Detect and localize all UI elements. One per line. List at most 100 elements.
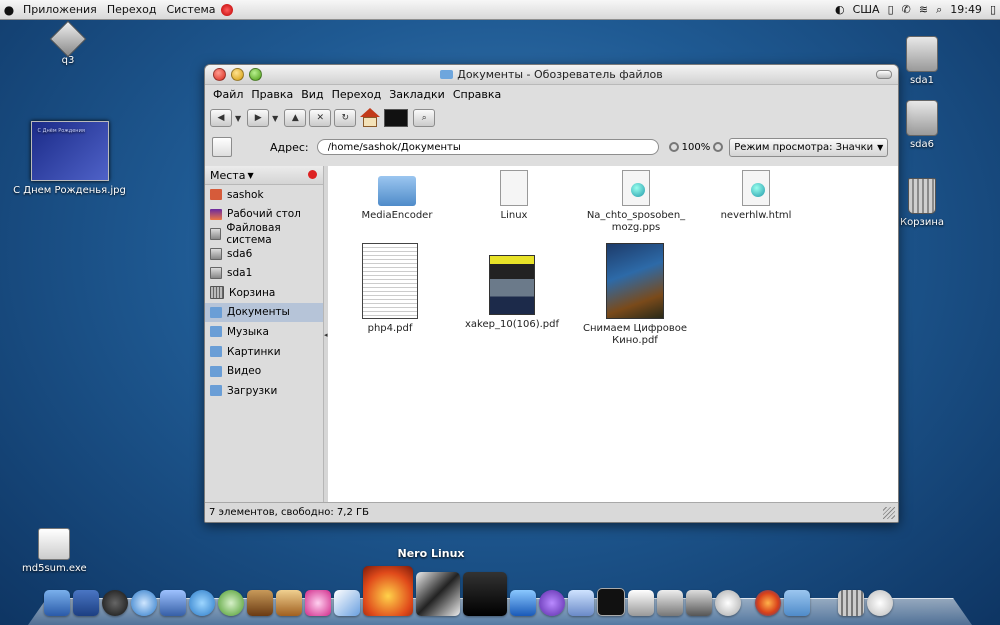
- panel-menu-icon[interactable]: ▯: [986, 3, 1000, 16]
- itunes-icon[interactable]: [218, 590, 244, 616]
- toolbar-toggle-button[interactable]: [876, 70, 892, 79]
- file-item-linux[interactable]: Linux: [459, 170, 569, 222]
- menu-file[interactable]: Файл: [209, 88, 247, 101]
- chevron-down-icon[interactable]: ▼: [247, 171, 253, 180]
- ichat-icon[interactable]: [189, 590, 215, 616]
- system-monitor-icon[interactable]: [220, 3, 233, 16]
- forward-history-chevron-icon[interactable]: ▼: [272, 114, 278, 123]
- wifi-icon[interactable]: ≋: [915, 3, 932, 16]
- zoom-in-icon[interactable]: [713, 142, 724, 152]
- finder-icon[interactable]: [44, 590, 70, 616]
- font-icon[interactable]: [657, 590, 683, 616]
- menu-applications[interactable]: Приложения: [18, 3, 102, 16]
- file-label: MediaEncoder: [361, 210, 433, 221]
- reload-button[interactable]: ↻: [334, 109, 357, 127]
- firefox-icon[interactable]: [755, 590, 781, 616]
- desktop-icon-q3[interactable]: q3: [48, 20, 88, 66]
- apple-icon[interactable]: ●: [0, 3, 18, 17]
- computer-icon[interactable]: [384, 109, 409, 127]
- flower-icon[interactable]: [305, 590, 331, 616]
- back-button[interactable]: ◀: [210, 109, 232, 127]
- menu-view[interactable]: Вид: [297, 88, 327, 101]
- menu-places[interactable]: Переход: [102, 3, 162, 16]
- up-button[interactable]: ▲: [284, 109, 307, 127]
- sidebar-item-label: Файловая система: [226, 221, 281, 246]
- forward-button[interactable]: ▶: [247, 109, 270, 127]
- close-sidebar-icon[interactable]: [308, 170, 317, 179]
- system-preferences-icon[interactable]: [715, 590, 741, 616]
- html-file-icon: [742, 170, 770, 206]
- phone-icon[interactable]: ✆: [898, 3, 915, 16]
- folder-icon[interactable]: [784, 590, 810, 616]
- sidebar-header[interactable]: Места ▼: [205, 166, 323, 185]
- guitar-icon[interactable]: [247, 590, 273, 616]
- dock-separator: [813, 590, 835, 616]
- clock[interactable]: 19:49: [946, 3, 986, 16]
- safari-icon[interactable]: [131, 590, 157, 616]
- search-icon[interactable]: ⌕: [932, 3, 946, 17]
- desktop-icon-birthday-image[interactable]: С Днём Рождения С Днем Рожденья.jpg: [12, 121, 127, 196]
- menu-go[interactable]: Переход: [328, 88, 386, 101]
- stop-button[interactable]: ✕: [309, 109, 332, 127]
- desktop-icon-trash[interactable]: Корзина: [896, 178, 948, 228]
- printer-icon[interactable]: [628, 590, 654, 616]
- dashboard-icon[interactable]: [73, 590, 99, 616]
- pdf-thumbnail-icon: [489, 255, 535, 315]
- menu-system[interactable]: Система: [161, 3, 220, 16]
- sidebar-item-sda6[interactable]: sda6: [205, 244, 323, 264]
- dvd-player-icon[interactable]: [102, 590, 128, 616]
- close-button[interactable]: [213, 68, 226, 81]
- desktop-icon-label: Корзина: [899, 217, 945, 228]
- clapperboard-icon[interactable]: [463, 572, 507, 616]
- file-item-pps[interactable]: Na_chto_sposoben_ mozg.pps: [581, 170, 691, 234]
- file-item-cinema-pdf[interactable]: Снимаем Цифровое Кино.pdf: [580, 243, 690, 347]
- clock-icon[interactable]: [867, 590, 893, 616]
- photo-icon[interactable]: [276, 590, 302, 616]
- window-titlebar[interactable]: Документы - Обозреватель файлов: [205, 65, 898, 85]
- nvu-icon[interactable]: [539, 590, 565, 616]
- terminal-icon[interactable]: [597, 588, 625, 616]
- sidebar-item-sda1[interactable]: sda1: [205, 263, 323, 283]
- maximize-button[interactable]: [249, 68, 262, 81]
- sidebar-item-pictures[interactable]: Картинки: [205, 342, 323, 362]
- menu-edit[interactable]: Правка: [247, 88, 297, 101]
- keyboard-layout-label[interactable]: США: [849, 3, 884, 16]
- menu-bookmarks[interactable]: Закладки: [385, 88, 449, 101]
- file-item-php4-pdf[interactable]: php4.pdf: [335, 243, 445, 335]
- zoom-control[interactable]: 100%: [668, 142, 724, 153]
- search-button[interactable]: ⌕: [413, 109, 436, 127]
- sidebar-header-label[interactable]: Места: [210, 169, 245, 182]
- nero-linux-icon[interactable]: [363, 566, 413, 616]
- dock-separator: [744, 590, 752, 616]
- file-item-mediaencoder[interactable]: MediaEncoder: [342, 172, 452, 222]
- sidebar-item-documents[interactable]: Документы: [205, 302, 323, 323]
- mail-icon[interactable]: [160, 590, 186, 616]
- back-history-chevron-icon[interactable]: ▼: [235, 114, 241, 123]
- app-store-icon[interactable]: [568, 590, 594, 616]
- preview-icon[interactable]: [334, 590, 360, 616]
- sidebar-item-downloads[interactable]: Загрузки: [205, 381, 323, 401]
- home-icon[interactable]: [359, 108, 381, 128]
- utility-icon[interactable]: [686, 590, 712, 616]
- keyboard-layout-icon[interactable]: ◐: [831, 3, 849, 16]
- view-mode-select[interactable]: Режим просмотра: Значки ▼: [729, 137, 889, 157]
- screen-icon[interactable]: [510, 590, 536, 616]
- address-input[interactable]: [316, 139, 659, 155]
- sidebar-item-filesystem[interactable]: Файловая система: [205, 221, 323, 246]
- sidebar-item-video[interactable]: Видео: [205, 361, 323, 381]
- resize-grip-icon[interactable]: [883, 507, 895, 519]
- menu-help[interactable]: Справка: [449, 88, 505, 101]
- edit-location-icon[interactable]: [212, 137, 232, 157]
- sidebar-item-music[interactable]: Музыка: [205, 322, 323, 342]
- trash-icon[interactable]: [838, 590, 864, 616]
- sidebar-item-trash[interactable]: Корзина: [205, 283, 323, 303]
- x11-icon[interactable]: [416, 572, 460, 616]
- file-item-html[interactable]: neverhlw.html: [701, 170, 811, 222]
- file-item-xakep-pdf[interactable]: xakep_10(106).pdf: [457, 243, 567, 331]
- zoom-out-icon[interactable]: [668, 142, 679, 152]
- desktop-icon-sda6[interactable]: sda6: [900, 100, 944, 150]
- desktop-icon-sda1[interactable]: sda1: [900, 36, 944, 86]
- splitter-handle-icon[interactable]: ◂: [324, 331, 328, 339]
- minimize-button[interactable]: [231, 68, 244, 81]
- sidebar-item-home[interactable]: sashok: [205, 185, 323, 205]
